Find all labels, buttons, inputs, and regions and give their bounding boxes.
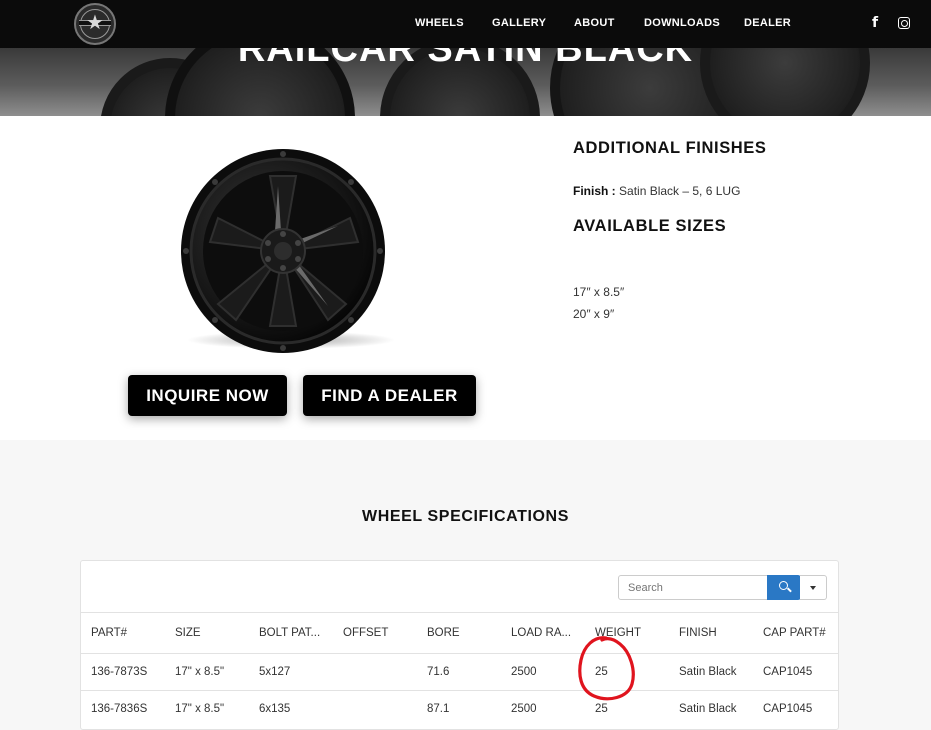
cell-finish: Satin Black	[679, 666, 737, 678]
finish-line: Finish : Satin Black – 5, 6 LUG	[573, 184, 740, 198]
nav-item-wheels[interactable]: WHEELS	[415, 17, 464, 29]
cell-finish: Satin Black	[679, 703, 737, 715]
cell-bore: 87.1	[427, 703, 450, 715]
inquire-now-button[interactable]: INQUIRE NOW	[128, 375, 287, 416]
finish-value: Satin Black – 5, 6 LUG	[619, 184, 741, 198]
column-header-offset[interactable]: OFFSET	[343, 627, 413, 639]
search-icon-handle	[787, 587, 792, 593]
cell-weight: 25	[595, 703, 608, 715]
cell-cap-part: CAP1045	[763, 666, 813, 678]
hero-banner: RAILCAR SATIN BLACK	[0, 48, 931, 116]
available-sizes-heading: AVAILABLE SIZES	[573, 217, 727, 235]
star-icon: ★	[86, 10, 104, 34]
table-divider	[81, 653, 838, 654]
table-divider	[81, 690, 838, 691]
cell-bolt-pattern: 6x135	[259, 703, 291, 715]
wheel-product-image	[181, 149, 385, 353]
column-header-load-rating[interactable]: LOAD RA...	[511, 627, 581, 639]
brand-logo[interactable]: ★	[74, 3, 116, 45]
cell-bore: 71.6	[427, 666, 450, 678]
nav-item-about[interactable]: ABOUT	[574, 17, 615, 29]
cell-weight: 25	[595, 666, 608, 678]
search-input[interactable]	[618, 575, 768, 600]
cell-load-rating: 2500	[511, 666, 537, 678]
instagram-icon[interactable]	[898, 17, 910, 29]
hero-title: RAILCAR SATIN BLACK	[237, 48, 694, 70]
cell-bolt-pattern: 5x127	[259, 666, 291, 678]
wheel-specifications-title: WHEEL SPECIFICATIONS	[362, 508, 569, 525]
additional-finishes-heading: ADDITIONAL FINISHES	[573, 139, 767, 157]
column-header-finish[interactable]: FINISH	[679, 627, 749, 639]
nav-item-gallery[interactable]: GALLERY	[492, 17, 546, 29]
size-item: 20″ x 9″	[573, 307, 615, 321]
nav-item-downloads[interactable]: DOWNLOADS	[644, 17, 720, 29]
column-header-size[interactable]: SIZE	[175, 627, 245, 639]
columns-dropdown-button[interactable]	[800, 575, 827, 600]
product-section: INQUIRE NOW FIND A DEALER ADDITIONAL FIN…	[0, 116, 931, 440]
column-header-cap-part[interactable]: CAP PART#	[763, 627, 835, 639]
table-toolbar	[81, 561, 838, 613]
finish-label: Finish :	[573, 184, 616, 198]
search-button[interactable]	[767, 575, 801, 600]
size-item: 17″ x 8.5″	[573, 285, 625, 299]
top-navigation: ★ WHEELS GALLERY ABOUT DOWNLOADS DEALER …	[0, 0, 931, 48]
column-header-bore[interactable]: BORE	[427, 627, 497, 639]
column-header-part[interactable]: PART#	[91, 627, 161, 639]
facebook-icon[interactable]: f	[872, 15, 878, 31]
column-header-weight[interactable]: WEIGHT	[595, 627, 665, 639]
cell-cap-part: CAP1045	[763, 703, 813, 715]
find-dealer-button[interactable]: FIND A DEALER	[303, 375, 476, 416]
cell-load-rating: 2500	[511, 703, 537, 715]
cell-part: 136-7873S	[91, 666, 148, 678]
cell-size: 17" x 8.5"	[175, 703, 225, 715]
caret-down-icon	[810, 586, 816, 590]
nav-item-dealer[interactable]: DEALER	[744, 17, 791, 29]
cell-size: 17" x 8.5"	[175, 666, 225, 678]
specifications-table: PART# SIZE BOLT PAT... OFFSET BORE LOAD …	[80, 560, 839, 730]
cell-part: 136-7836S	[91, 703, 148, 715]
column-header-bolt-pattern[interactable]: BOLT PAT...	[259, 627, 329, 639]
